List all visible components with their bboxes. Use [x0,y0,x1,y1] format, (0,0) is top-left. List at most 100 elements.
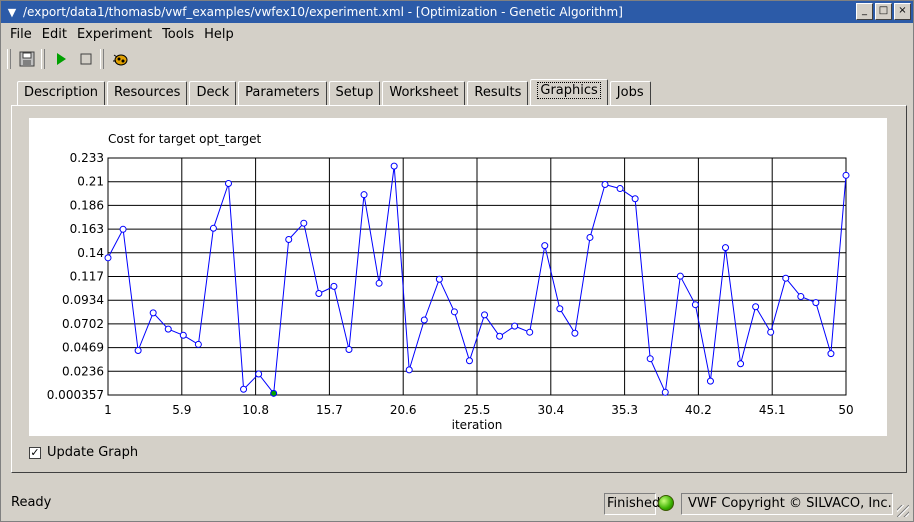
data-point [450,308,458,316]
data-point [812,299,820,307]
copyright-label: VWF Copyright © SILVACO, Inc. [681,493,893,515]
data-point [496,332,504,340]
x-tick-label: 40.2 [685,403,712,417]
data-point [300,219,308,227]
tab-deck[interactable]: Deck [189,81,237,105]
menu-file[interactable]: File [1,27,37,42]
data-point [556,305,564,313]
data-point [435,275,443,283]
y-tick-label: 0.233 [70,151,104,165]
data-point [255,370,263,378]
data-point [691,301,699,309]
data-point [722,244,730,252]
x-tick-label: 5.9 [172,403,191,417]
data-point [149,309,157,317]
x-tick-label: 1 [104,403,112,417]
y-tick-label: 0.0469 [62,341,104,355]
close-button[interactable]: × [894,3,911,20]
data-point [511,322,519,330]
menu-help[interactable]: Help [199,27,239,42]
best-data-point [270,389,278,397]
play-icon[interactable] [50,48,72,70]
save-icon[interactable] [16,48,38,70]
data-point [526,328,534,336]
resize-grip-icon[interactable] [897,505,909,517]
y-tick-label: 0.0934 [62,293,104,307]
data-point [782,274,790,282]
status-text: Ready [11,495,52,510]
data-point [164,325,172,333]
x-tick-label: 35.3 [611,403,638,417]
window-menu-icon[interactable]: ▼ [3,3,21,21]
tab-jobs[interactable]: Jobs [609,81,651,105]
data-point [345,346,353,354]
menu-tools[interactable]: Tools [157,27,199,42]
x-tick-label: 20.6 [390,403,417,417]
data-point [631,195,639,203]
data-point [541,242,549,250]
y-tick-label: 0.21 [77,175,104,189]
y-tick-label: 0.186 [70,198,104,212]
x-tick-label: 25.5 [464,403,491,417]
data-point [797,293,805,301]
update-graph-option[interactable]: ✓ Update Graph [29,445,138,460]
stop-icon[interactable] [75,48,97,70]
data-point [420,316,428,324]
update-graph-checkbox[interactable]: ✓ [29,446,41,459]
window-title: /export/data1/thomasb/vwf_examples/vwfex… [23,5,623,19]
data-point [571,329,579,337]
data-point [330,282,338,290]
data-point [737,360,745,368]
tab-description[interactable]: Description [17,81,106,105]
menu-edit[interactable]: Edit [37,27,72,42]
data-point [752,303,760,311]
data-point [616,185,624,193]
tab-worksheet[interactable]: Worksheet [382,81,466,105]
toolbar-grip-3[interactable] [100,49,104,69]
bug-icon[interactable] [109,48,131,70]
y-tick-label: 0.0702 [62,317,104,331]
x-tick-label: 15.7 [316,403,343,417]
tab-results[interactable]: Results [467,81,529,105]
data-point [842,171,850,179]
data-point [661,388,669,396]
y-tick-label: 0.0236 [62,364,104,378]
menu-experiment[interactable]: Experiment [72,27,157,42]
job-state-label: Finished [604,493,660,515]
x-tick-label: 10.8 [242,403,269,417]
toolbar-grip[interactable] [7,49,11,69]
data-point [827,350,835,358]
maximize-button[interactable]: □ [875,3,892,20]
data-point [179,331,187,339]
main-window: ▼ /export/data1/thomasb/vwf_examples/vwf… [0,0,914,522]
y-tick-label: 0.000357 [47,388,104,402]
data-point [240,385,248,393]
data-point [285,235,293,243]
title-bar[interactable]: ▼ /export/data1/thomasb/vwf_examples/vwf… [1,1,913,23]
tab-resources[interactable]: Resources [107,81,188,105]
x-tick-label: 45.1 [759,403,786,417]
data-point [209,224,217,232]
x-tick-label: 50 [838,403,853,417]
data-point [315,289,323,297]
data-point [586,233,594,241]
data-point [375,279,383,287]
y-tick-label: 0.14 [77,246,104,260]
tab-graphics[interactable]: Graphics [530,79,608,105]
status-led-icon [658,495,674,511]
x-axis-label: iteration [452,418,503,432]
data-point [676,272,684,280]
data-point [767,328,775,336]
minimize-button[interactable]: _ [856,3,873,20]
data-point [405,366,413,374]
tab-parameters[interactable]: Parameters [238,81,327,105]
menu-bar: File Edit Experiment Tools Help [1,23,913,45]
data-point [646,355,654,363]
tab-setup[interactable]: Setup [328,81,381,105]
data-point [134,347,142,355]
data-point [481,311,489,319]
data-point [390,162,398,170]
x-tick-label: 30.4 [537,403,564,417]
toolbar-grip-2[interactable] [41,49,45,69]
status-bar: Ready Finished VWF Copyright © SILVACO, … [1,491,913,521]
